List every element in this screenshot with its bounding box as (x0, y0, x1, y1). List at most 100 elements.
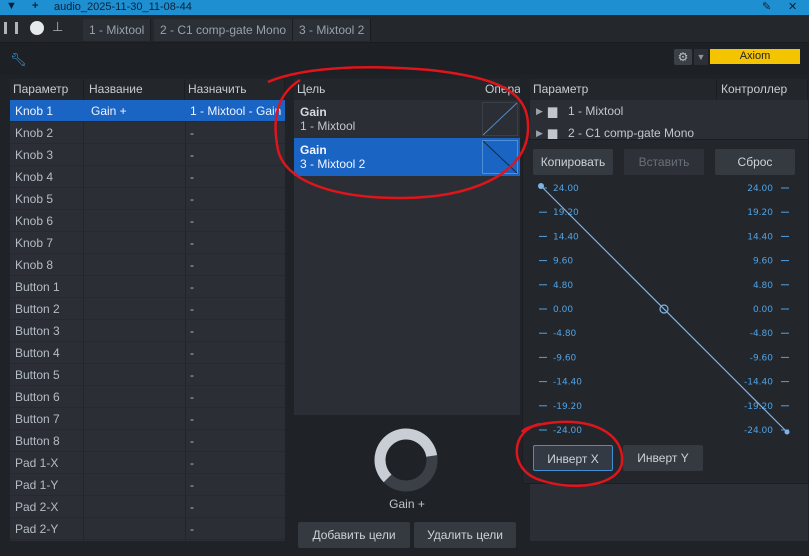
cell-param: Button 4 (15, 346, 60, 360)
cell-assign: - (190, 456, 194, 470)
table-row[interactable]: Button 1 - (10, 276, 285, 298)
close-icon[interactable]: ✕ (788, 0, 797, 13)
table-row[interactable]: Button 5 - (10, 364, 285, 386)
tab-mixtool-2[interactable]: 3 - Mixtool 2 (293, 19, 372, 41)
add-targets-button[interactable]: Добавить цели (298, 522, 410, 548)
cell-assign: - (190, 478, 194, 492)
cell-param: Knob 2 (15, 126, 54, 140)
table-row[interactable]: Pad 2-Y - (10, 518, 285, 540)
cell-param: Button 6 (15, 390, 60, 404)
table-row[interactable]: Knob 5 - (10, 188, 285, 210)
cell-param: Knob 8 (15, 258, 54, 272)
tick-label-right: 19.20 (747, 208, 773, 218)
curve-graph[interactable]: 24.00 24.00 19.20 19.20 14.40 14.40 9.60 9.60 4.… (523, 140, 809, 485)
remove-targets-button[interactable]: Удалить цели (414, 522, 516, 548)
table-row[interactable]: Knob 2 - (10, 122, 285, 144)
invert-y-button[interactable]: Инверт Y (623, 445, 703, 471)
table-row[interactable]: Pad 2-X - (10, 496, 285, 518)
gear-icon[interactable]: ⚙ (674, 49, 692, 65)
tick-label-right: 4.80 (753, 281, 773, 291)
target-row[interactable]: Gain 1 - Mixtool (294, 100, 520, 138)
table-row[interactable]: Button 6 - (10, 386, 285, 408)
table-row[interactable]: Button 8 - (10, 430, 285, 452)
columns-icon[interactable] (4, 22, 18, 34)
column-header-name[interactable]: Название (84, 79, 185, 100)
chevron-down-icon[interactable]: ▼ (694, 49, 708, 65)
column-header-param[interactable]: Параметр (10, 79, 84, 100)
cell-param: Knob 1 (15, 104, 54, 118)
table-row[interactable]: Knob 8 - (10, 254, 285, 276)
target-device: 1 - Mixtool (300, 119, 356, 133)
cell-param: Button 7 (15, 412, 60, 426)
column-header-param[interactable]: Параметр (530, 79, 717, 100)
table-row[interactable]: Pad 1-Y - (10, 474, 285, 496)
chevron-right-icon[interactable]: ▶ (536, 100, 543, 122)
target-param: Gain (300, 143, 327, 157)
tick-label-right: -4.80 (750, 329, 774, 339)
title-bar: ▼ + audio_2025-11-30_11-08-44 ✎ ✕ (0, 0, 809, 15)
knob-label: Gain + (389, 497, 425, 511)
table-row[interactable]: Knob 6 - (10, 210, 285, 232)
tab-c1-comp-gate[interactable]: 2 - C1 comp-gate Mono (154, 19, 294, 41)
tick-label-left: 24.00 (553, 184, 579, 194)
wrench-icon[interactable]: 🔧︎ (10, 52, 27, 68)
cell-param: Button 3 (15, 324, 60, 338)
mapping-table: Параметр Название Назначить Knob 1 Gain +… (10, 79, 285, 541)
cell-param: Knob 6 (15, 214, 54, 228)
cell-param: Pad 1-Y (15, 478, 59, 492)
target-row[interactable]: Gain 3 - Mixtool 2 (294, 138, 520, 176)
target-device: 3 - Mixtool 2 (300, 157, 366, 171)
column-header-assign[interactable]: Назначить (185, 79, 285, 100)
column-header-operation[interactable]: Опера (482, 79, 520, 100)
add-icon[interactable]: + (32, 0, 38, 12)
table-row[interactable]: Button 4 - (10, 342, 285, 364)
metronome-icon[interactable] (30, 21, 44, 35)
curve-start-handle[interactable] (538, 183, 544, 189)
folder-icon: ▆ (548, 104, 558, 118)
table-row[interactable]: Knob 4 - (10, 166, 285, 188)
routing-icon[interactable]: ⊥ (52, 19, 63, 35)
table-row[interactable]: Knob 3 - (10, 144, 285, 166)
table-row[interactable]: Button 2 - (10, 298, 285, 320)
table-row[interactable]: Button 3 - (10, 320, 285, 342)
cell-name: Gain + (91, 104, 127, 118)
invert-x-button[interactable]: Инверт X (533, 445, 613, 471)
cell-assign: - (190, 346, 194, 360)
cell-assign: - (190, 434, 194, 448)
cell-param: Button 5 (15, 368, 60, 382)
curve-editor-popup: Копировать Вставить Сброс 24.00 24.00 19.2… (522, 139, 809, 484)
window-title: audio_2025-11-30_11-08-44 (54, 1, 192, 13)
pin-icon[interactable]: ✎ (762, 0, 771, 13)
cell-assign: - (190, 302, 194, 316)
tick-label-left: -4.80 (553, 329, 577, 339)
curve-thumbnail[interactable] (482, 140, 518, 174)
cell-param: Button 2 (15, 302, 60, 316)
curve-end-handle[interactable] (784, 429, 790, 435)
tab-mixtool-1[interactable]: 1 - Mixtool (83, 19, 152, 41)
cell-assign: - (190, 236, 194, 250)
cell-assign: - (190, 214, 194, 228)
device-badge[interactable]: Axiom (710, 49, 800, 64)
tick-label-left: -9.60 (553, 353, 577, 363)
gain-knob[interactable] (368, 424, 444, 494)
chevron-down-icon[interactable]: ▼ (6, 0, 17, 12)
cell-assign: - (190, 368, 194, 382)
table-row[interactable]: Knob 1 Gain + 1 - Mixtool - Gain (10, 100, 285, 122)
column-header-controller[interactable]: Контроллер (717, 79, 808, 100)
tick-label-left: 9.60 (553, 257, 573, 267)
tab-bar: ⊥ 1 - Mixtool 2 - C1 comp-gate Mono 3 - … (0, 15, 809, 43)
tick-label-right: -14.40 (744, 378, 773, 388)
table-row[interactable]: Button 7 - (10, 408, 285, 430)
cell-param: Button 1 (15, 280, 60, 294)
column-header-target[interactable]: Цель (294, 79, 482, 100)
cell-assign: - (190, 148, 194, 162)
targets-panel: Цель Опера Gain 1 - Mixtool Gain 3 - Mix… (294, 79, 520, 415)
curve-thumbnail[interactable] (482, 102, 518, 136)
table-row[interactable]: Pad 1-X - (10, 452, 285, 474)
table-row[interactable]: Knob 7 - (10, 232, 285, 254)
cell-assign: - (190, 522, 194, 536)
tick-label-left: 19.20 (553, 208, 579, 218)
cell-assign: - (190, 170, 194, 184)
tick-label-left: 0.00 (553, 305, 573, 315)
mapping-curve[interactable] (540, 185, 788, 433)
